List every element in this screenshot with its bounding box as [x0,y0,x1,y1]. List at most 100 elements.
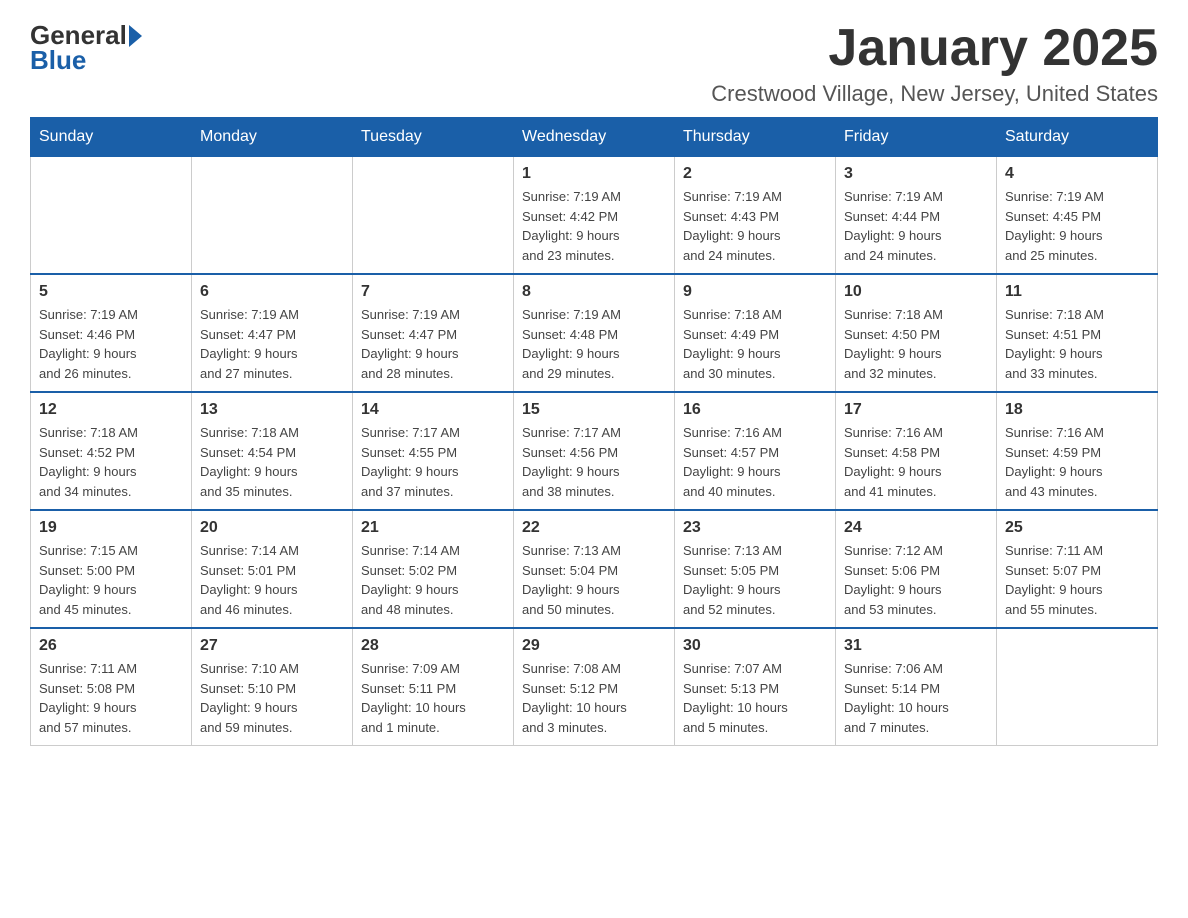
calendar-cell: 19 Sunrise: 7:15 AMSunset: 5:00 PMDayligh… [31,510,192,628]
day-info: Sunrise: 7:19 AMSunset: 4:44 PMDaylight:… [844,187,988,265]
calendar-cell: 14Sunrise: 7:17 AMSunset: 4:55 PMDayligh… [353,392,514,510]
day-number: 9 [683,283,827,301]
day-number: 2 [683,165,827,183]
logo-area: General Blue [30,20,144,76]
header-tuesday: Tuesday [353,118,514,157]
calendar-cell: 16Sunrise: 7:16 AMSunset: 4:57 PMDayligh… [675,392,836,510]
calendar-cell: 27Sunrise: 7:10 AMSunset: 5:10 PMDayligh… [192,628,353,746]
day-number: 5 [39,283,183,301]
calendar-header-row: SundayMondayTuesdayWednesdayThursdayFrid… [31,118,1158,157]
calendar-cell: 28Sunrise: 7:09 AMSunset: 5:11 PMDayligh… [353,628,514,746]
day-info: Sunrise: 7:18 AMSunset: 4:51 PMDaylight:… [1005,305,1149,383]
calendar-cell: 3 Sunrise: 7:19 AMSunset: 4:44 PMDaylight… [836,157,997,275]
day-info: Sunrise: 7:16 AMSunset: 4:59 PMDaylight:… [1005,423,1149,501]
day-info: Sunrise: 7:06 AMSunset: 5:14 PMDaylight:… [844,659,988,737]
day-info: Sunrise: 7:13 AMSunset: 5:05 PMDaylight:… [683,541,827,619]
day-number: 31 [844,637,988,655]
day-info: Sunrise: 7:07 AMSunset: 5:13 PMDaylight:… [683,659,827,737]
location-title: Crestwood Village, New Jersey, United St… [711,81,1158,107]
calendar-cell: 30 Sunrise: 7:07 AMSunset: 5:13 PMDayligh… [675,628,836,746]
day-number: 19 [39,519,183,537]
day-info: Sunrise: 7:19 AMSunset: 4:43 PMDaylight:… [683,187,827,265]
day-number: 12 [39,401,183,419]
header-friday: Friday [836,118,997,157]
header-wednesday: Wednesday [514,118,675,157]
calendar-cell [31,157,192,275]
calendar-week-row: 5 Sunrise: 7:19 AMSunset: 4:46 PMDaylight… [31,274,1158,392]
day-number: 8 [522,283,666,301]
day-info: Sunrise: 7:10 AMSunset: 5:10 PMDaylight:… [200,659,344,737]
calendar-cell: 31 Sunrise: 7:06 AMSunset: 5:14 PMDayligh… [836,628,997,746]
day-number: 23 [683,519,827,537]
day-number: 15 [522,401,666,419]
day-info: Sunrise: 7:16 AMSunset: 4:57 PMDaylight:… [683,423,827,501]
day-number: 21 [361,519,505,537]
calendar-cell: 2 Sunrise: 7:19 AMSunset: 4:43 PMDaylight… [675,157,836,275]
calendar-cell: 25 Sunrise: 7:11 AMSunset: 5:07 PMDayligh… [997,510,1158,628]
day-info: Sunrise: 7:08 AMSunset: 5:12 PMDaylight:… [522,659,666,737]
logo-blue-text: Blue [30,45,86,76]
day-info: Sunrise: 7:19 AMSunset: 4:47 PMDaylight:… [361,305,505,383]
day-number: 26 [39,637,183,655]
calendar-cell: 22 Sunrise: 7:13 AMSunset: 5:04 PMDayligh… [514,510,675,628]
calendar-cell: 1 Sunrise: 7:19 AMSunset: 4:42 PMDaylight… [514,157,675,275]
calendar-cell: 15 Sunrise: 7:17 AMSunset: 4:56 PMDayligh… [514,392,675,510]
day-info: Sunrise: 7:14 AMSunset: 5:01 PMDaylight:… [200,541,344,619]
calendar-cell: 17Sunrise: 7:16 AMSunset: 4:58 PMDayligh… [836,392,997,510]
day-info: Sunrise: 7:17 AMSunset: 4:56 PMDaylight:… [522,423,666,501]
day-number: 29 [522,637,666,655]
calendar-cell: 9Sunrise: 7:18 AMSunset: 4:49 PMDaylight… [675,274,836,392]
day-info: Sunrise: 7:09 AMSunset: 5:11 PMDaylight:… [361,659,505,737]
day-number: 24 [844,519,988,537]
calendar-week-row: 26 Sunrise: 7:11 AMSunset: 5:08 PMDayligh… [31,628,1158,746]
day-number: 13 [200,401,344,419]
title-area: January 2025 Crestwood Village, New Jers… [711,20,1158,107]
day-number: 10 [844,283,988,301]
calendar-cell: 23 Sunrise: 7:13 AMSunset: 5:05 PMDayligh… [675,510,836,628]
calendar-cell: 4 Sunrise: 7:19 AMSunset: 4:45 PMDaylight… [997,157,1158,275]
day-info: Sunrise: 7:11 AMSunset: 5:07 PMDaylight:… [1005,541,1149,619]
day-number: 4 [1005,165,1149,183]
day-number: 22 [522,519,666,537]
calendar-cell: 5 Sunrise: 7:19 AMSunset: 4:46 PMDaylight… [31,274,192,392]
calendar-cell: 12 Sunrise: 7:18 AMSunset: 4:52 PMDayligh… [31,392,192,510]
calendar-cell: 24Sunrise: 7:12 AMSunset: 5:06 PMDayligh… [836,510,997,628]
day-info: Sunrise: 7:18 AMSunset: 4:52 PMDaylight:… [39,423,183,501]
day-info: Sunrise: 7:18 AMSunset: 4:50 PMDaylight:… [844,305,988,383]
calendar-cell: 18Sunrise: 7:16 AMSunset: 4:59 PMDayligh… [997,392,1158,510]
calendar-table: SundayMondayTuesdayWednesdayThursdayFrid… [30,117,1158,746]
calendar-cell: 6Sunrise: 7:19 AMSunset: 4:47 PMDaylight… [192,274,353,392]
day-info: Sunrise: 7:19 AMSunset: 4:42 PMDaylight:… [522,187,666,265]
day-number: 25 [1005,519,1149,537]
day-number: 20 [200,519,344,537]
day-info: Sunrise: 7:19 AMSunset: 4:46 PMDaylight:… [39,305,183,383]
day-info: Sunrise: 7:13 AMSunset: 5:04 PMDaylight:… [522,541,666,619]
calendar-cell: 10 Sunrise: 7:18 AMSunset: 4:50 PMDayligh… [836,274,997,392]
calendar-week-row: 1 Sunrise: 7:19 AMSunset: 4:42 PMDaylight… [31,157,1158,275]
day-info: Sunrise: 7:19 AMSunset: 4:47 PMDaylight:… [200,305,344,383]
day-info: Sunrise: 7:19 AMSunset: 4:48 PMDaylight:… [522,305,666,383]
day-number: 30 [683,637,827,655]
day-number: 1 [522,165,666,183]
day-info: Sunrise: 7:19 AMSunset: 4:45 PMDaylight:… [1005,187,1149,265]
day-number: 17 [844,401,988,419]
calendar-cell: 7Sunrise: 7:19 AMSunset: 4:47 PMDaylight… [353,274,514,392]
header-saturday: Saturday [997,118,1158,157]
calendar-cell: 8 Sunrise: 7:19 AMSunset: 4:48 PMDaylight… [514,274,675,392]
day-number: 3 [844,165,988,183]
calendar-cell: 11 Sunrise: 7:18 AMSunset: 4:51 PMDayligh… [997,274,1158,392]
header-thursday: Thursday [675,118,836,157]
calendar-week-row: 19 Sunrise: 7:15 AMSunset: 5:00 PMDayligh… [31,510,1158,628]
day-info: Sunrise: 7:11 AMSunset: 5:08 PMDaylight:… [39,659,183,737]
month-title: January 2025 [711,20,1158,77]
day-info: Sunrise: 7:18 AMSunset: 4:54 PMDaylight:… [200,423,344,501]
logo-arrow-icon [129,25,142,47]
day-info: Sunrise: 7:15 AMSunset: 5:00 PMDaylight:… [39,541,183,619]
day-number: 14 [361,401,505,419]
calendar-cell: 26 Sunrise: 7:11 AMSunset: 5:08 PMDayligh… [31,628,192,746]
day-info: Sunrise: 7:14 AMSunset: 5:02 PMDaylight:… [361,541,505,619]
calendar-cell: 20 Sunrise: 7:14 AMSunset: 5:01 PMDayligh… [192,510,353,628]
calendar-cell [353,157,514,275]
day-number: 11 [1005,283,1149,301]
calendar-cell: 29 Sunrise: 7:08 AMSunset: 5:12 PMDayligh… [514,628,675,746]
